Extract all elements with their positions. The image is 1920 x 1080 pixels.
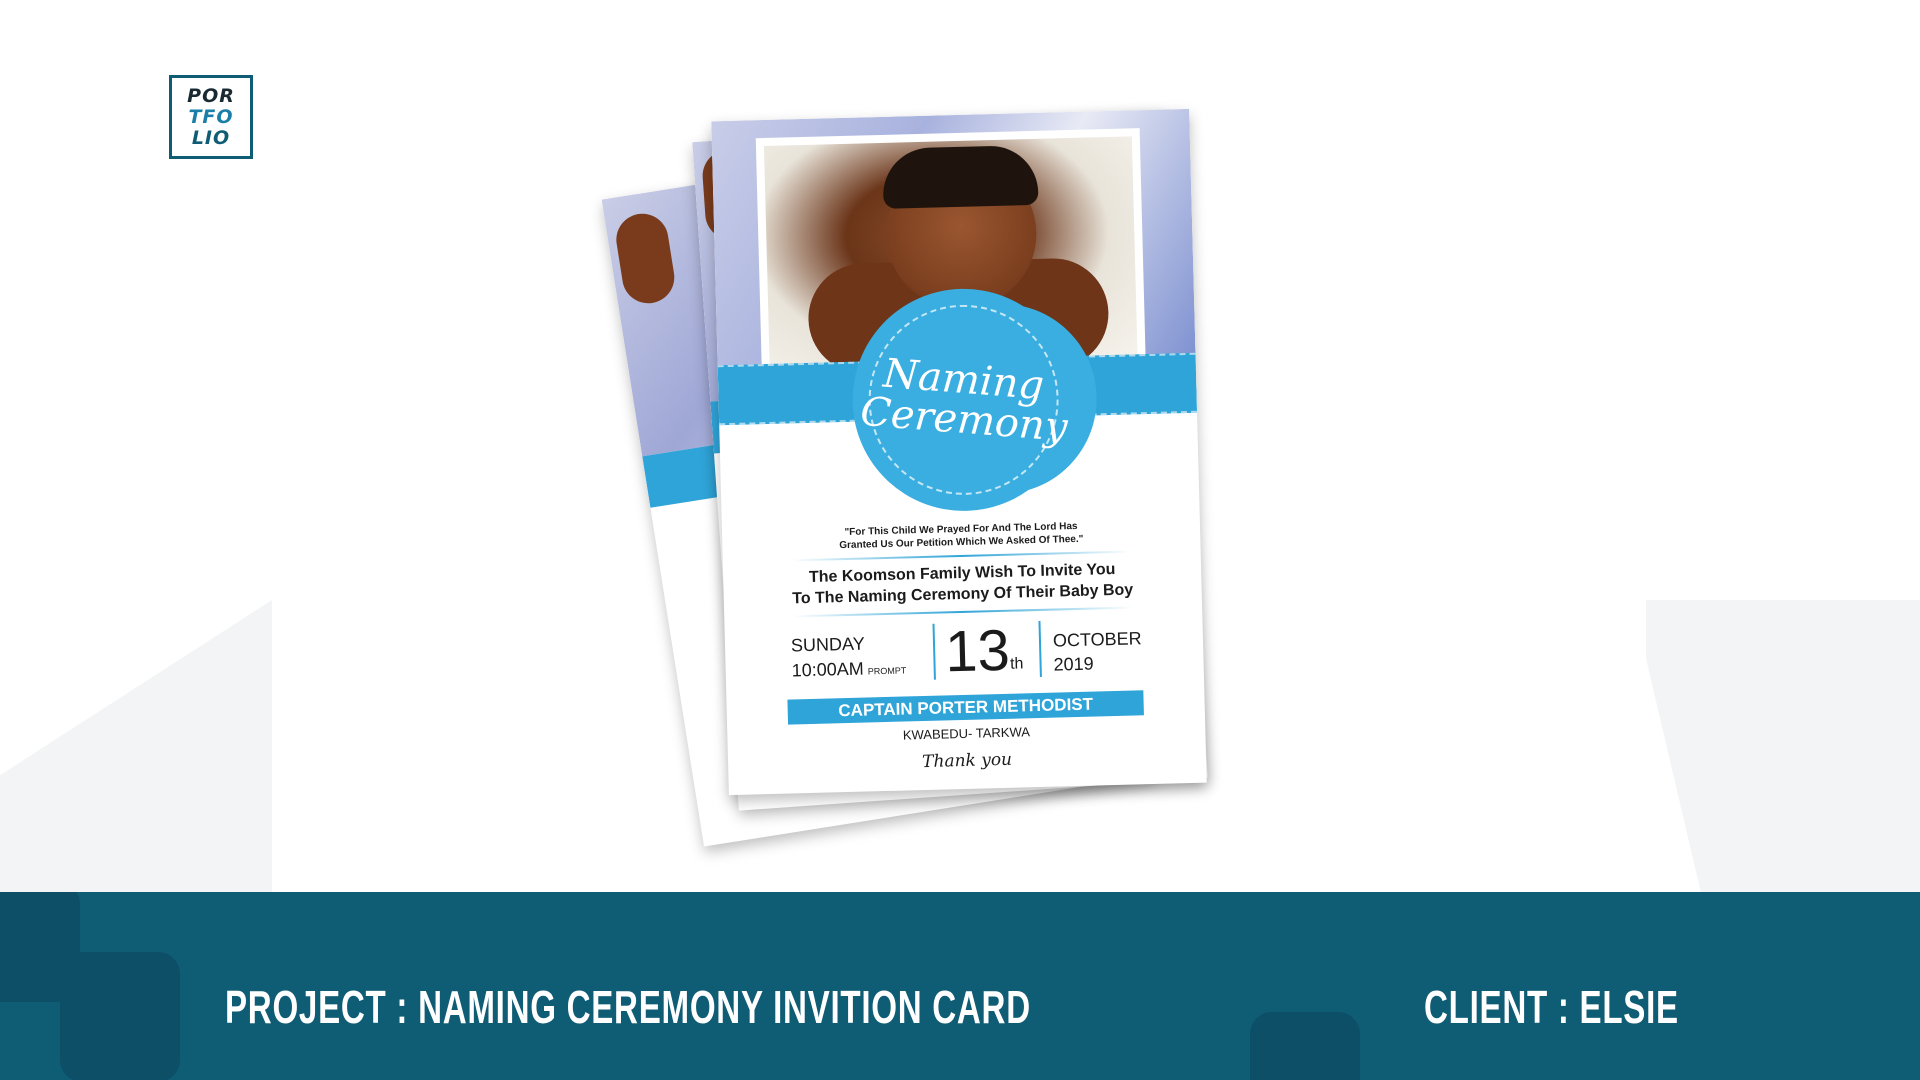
footer-bar: PROJECT : NAMING CEREMONY INVITION CARD … xyxy=(0,892,1920,1080)
date-separator xyxy=(1038,620,1042,677)
month: OCTOBER xyxy=(1052,628,1142,651)
logo-line-2: TFO xyxy=(188,105,234,128)
year: 2019 xyxy=(1053,653,1094,675)
day-number: 13 xyxy=(944,617,1011,685)
project-title: PROJECT : NAMING CEREMONY INVITION CARD xyxy=(225,981,1031,1033)
venue-banner: CAPTAIN PORTER METHODIST xyxy=(787,690,1144,725)
time: 10:00AM xyxy=(791,658,864,681)
thank-you-signature: Thank you xyxy=(921,749,1013,773)
date-separator xyxy=(932,623,936,680)
logo-line-1: POR xyxy=(187,84,235,107)
weekday: SUNDAY xyxy=(790,633,865,656)
day-suffix: th xyxy=(1009,655,1024,673)
badge-stitching: Naming Ceremony xyxy=(859,302,1069,498)
client-name: CLIENT : ELSIE xyxy=(1424,981,1679,1033)
date-row: SUNDAY 10:00AM PROMPT 13th OCTOBER 2019 xyxy=(724,613,1204,695)
time-line: 10:00AM PROMPT xyxy=(791,655,906,686)
puzzle-piece-decoration xyxy=(60,952,180,1080)
portfolio-logo: POR TFO LIO xyxy=(169,75,253,159)
invitation-card-front: Naming Ceremony "For This Child We Praye… xyxy=(711,108,1207,796)
month-year-block: OCTOBER 2019 xyxy=(1053,626,1143,676)
logo-line-3: LIO xyxy=(191,126,231,149)
puzzle-piece-decoration xyxy=(1250,1012,1360,1080)
prompt-label: PROMPT xyxy=(867,665,907,677)
background-shape-right xyxy=(1646,600,1920,892)
baby-hair xyxy=(882,144,1039,209)
shoe-image xyxy=(612,209,679,308)
background-shape-left xyxy=(0,600,272,892)
day-number-block: 13th xyxy=(944,617,1024,685)
card-content: "For This Child We Prayed For And The Lo… xyxy=(722,517,1206,777)
day-time-block: SUNDAY 10:00AM PROMPT xyxy=(791,630,907,686)
